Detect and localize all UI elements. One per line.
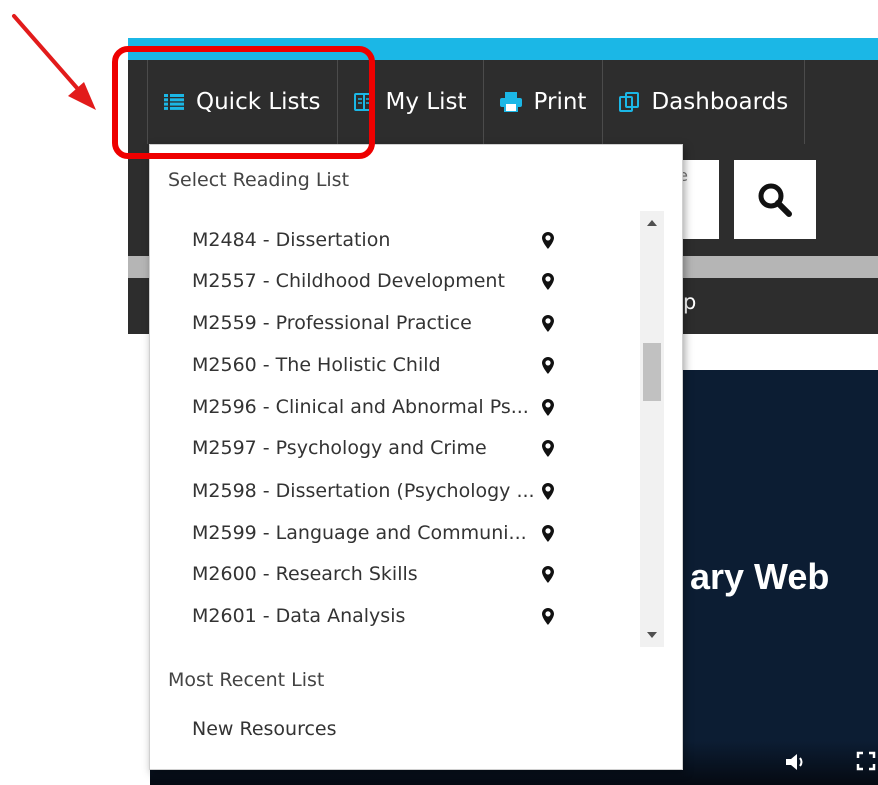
caret-down-icon <box>647 632 657 638</box>
list-item-label: M2557 - Childhood Development <box>192 270 505 292</box>
list-item[interactable]: M2557 - Childhood Development <box>150 260 650 302</box>
my-list-label: My List <box>385 89 467 115</box>
most-recent-list-header: Most Recent List <box>168 669 325 691</box>
list-scrollbar[interactable] <box>640 211 664 647</box>
video-title-fragment: ary Web <box>690 556 830 597</box>
list-item-label: M2601 - Data Analysis <box>192 605 406 627</box>
menu-bar-text-fragment[interactable]: p <box>683 290 696 314</box>
print-label: Print <box>533 89 587 115</box>
map-pin-icon[interactable] <box>542 232 554 249</box>
caret-up-icon <box>647 220 657 226</box>
list-item-label: M2599 - Language and Communi... <box>192 522 527 544</box>
quick-lists-dropdown: Select Reading List M2484 - Dissertation… <box>149 144 683 770</box>
map-pin-icon[interactable] <box>542 273 554 290</box>
dashboards-label: Dashboards <box>651 89 789 115</box>
printer-icon <box>499 92 522 112</box>
annotation-highlight-box <box>112 46 375 159</box>
list-item[interactable]: M2601 - Data Analysis <box>150 595 650 637</box>
search-icon <box>758 183 792 217</box>
scrollbar-thumb[interactable] <box>643 343 661 401</box>
list-item[interactable]: M2599 - Language and Communi... <box>150 512 650 554</box>
dashboards-button[interactable]: Dashboards <box>603 60 806 144</box>
list-item[interactable]: M2596 - Clinical and Abnormal Ps... <box>150 386 650 428</box>
list-item[interactable]: M2598 - Dissertation (Psychology ... <box>150 470 650 512</box>
list-item[interactable]: M2559 - Professional Practice <box>150 302 650 344</box>
select-reading-list-header: Select Reading List <box>168 169 350 191</box>
map-pin-icon[interactable] <box>542 608 554 625</box>
list-item-label: M2559 - Professional Practice <box>192 312 472 334</box>
map-pin-icon[interactable] <box>542 440 554 457</box>
reading-list: M2484 - Dissertation M2557 - Childhood D… <box>150 211 684 647</box>
list-item-label: M2484 - Dissertation <box>192 229 391 251</box>
volume-icon[interactable] <box>784 751 806 773</box>
map-pin-icon[interactable] <box>542 483 554 500</box>
list-item-label: M2560 - The Holistic Child <box>192 354 441 376</box>
search-button[interactable] <box>734 160 816 239</box>
list-item[interactable]: M2597 - Psychology and Crime <box>150 427 650 469</box>
list-item[interactable]: M2560 - The Holistic Child <box>150 344 650 386</box>
map-pin-icon[interactable] <box>542 566 554 583</box>
recent-list-item[interactable]: New Resources <box>192 718 337 740</box>
scroll-up-button[interactable] <box>640 213 664 233</box>
list-item-label: M2600 - Research Skills <box>192 563 418 585</box>
map-pin-icon[interactable] <box>542 525 554 542</box>
map-pin-icon[interactable] <box>542 357 554 374</box>
list-item-label: M2596 - Clinical and Abnormal Ps... <box>192 396 529 418</box>
annotation-arrow <box>12 14 96 110</box>
list-item-label: M2598 - Dissertation (Psychology ... <box>192 480 535 502</box>
list-item[interactable]: M2600 - Research Skills <box>150 553 650 595</box>
map-pin-icon[interactable] <box>542 399 554 416</box>
copy-icon <box>619 92 640 112</box>
scroll-down-button[interactable] <box>640 625 664 645</box>
map-pin-icon[interactable] <box>542 315 554 332</box>
fullscreen-icon[interactable] <box>856 751 876 771</box>
print-button[interactable]: Print <box>484 60 604 144</box>
list-item-label: M2597 - Psychology and Crime <box>192 437 487 459</box>
list-item[interactable]: M2484 - Dissertation <box>150 219 650 261</box>
